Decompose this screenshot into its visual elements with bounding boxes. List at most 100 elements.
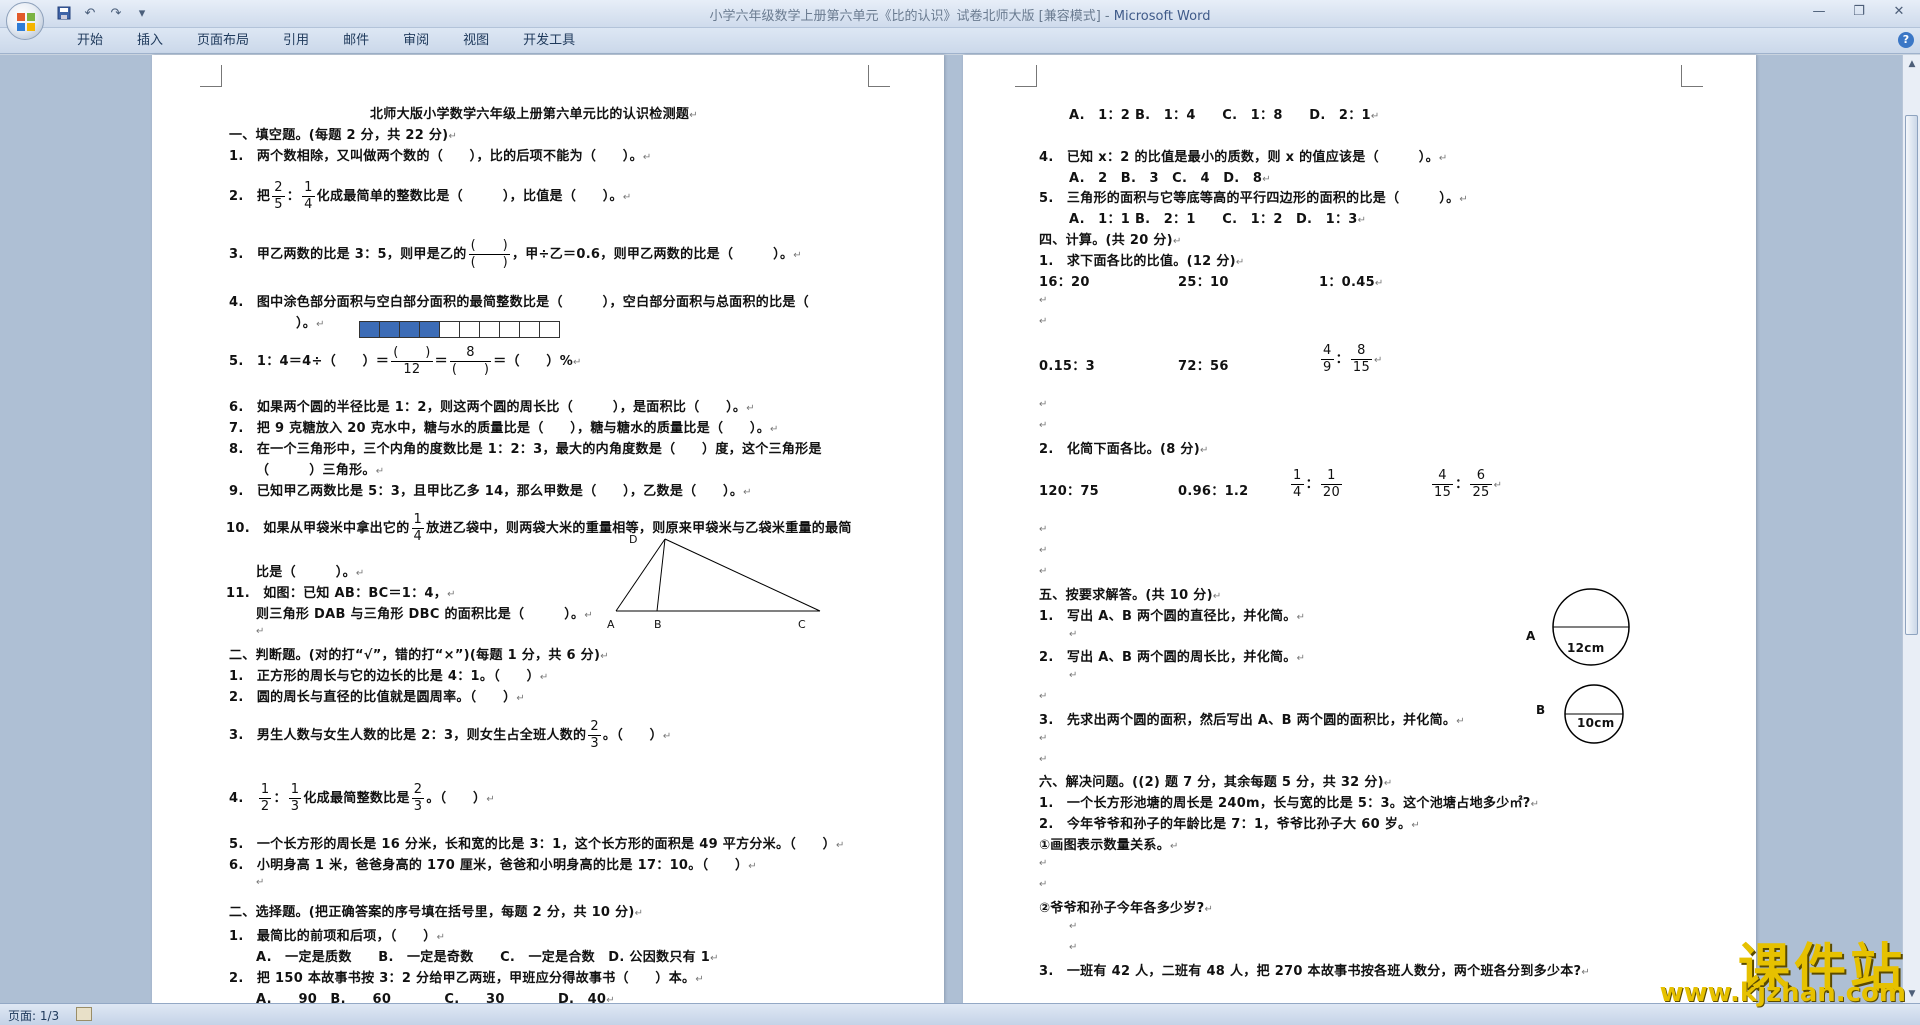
question: 5. 1：4＝4÷（ ）＝( ) 12 ＝ 8( ) ＝（ ）%↵ — [229, 345, 582, 377]
sub-question: ①画图表示数量关系。↵ — [1039, 838, 1179, 853]
question: 3. 甲乙两数的比是 3：5，则甲是乙的( )( ) ，甲÷乙＝0.6，则甲乙两数… — [229, 238, 802, 270]
document-page-1[interactable]: 北师大版小学数学六年级上册第六单元比的认识检测题↵ 一、填空题。(每题 2 分，… — [152, 55, 944, 1003]
paragraph-mark: ↵ — [1069, 942, 1078, 953]
restore-icon[interactable]: ❐ — [1846, 3, 1872, 21]
circle-a-label: A — [1526, 629, 1536, 643]
calc-item: 4 15： 6 25 ↵ — [1432, 468, 1503, 500]
point-label: D — [629, 533, 638, 546]
crop-mark — [1015, 65, 1037, 87]
tab-mailings[interactable]: 邮件 — [326, 31, 386, 51]
question: 2. 化简下面各比。(8 分)↵ — [1039, 442, 1209, 457]
calc-item: 4 9： 8 15 ↵ — [1321, 343, 1383, 375]
calc-item: 120：75 — [1039, 484, 1100, 499]
question: 1. 一个长方形池塘的周长是 240m，长与宽的比是 5：3。这个池塘占地多少㎡… — [1039, 796, 1540, 811]
question-continued: 则三角形 DAB 与三角形 DBC 的面积比是（ ）。↵ — [256, 607, 593, 622]
tab-developer[interactable]: 开发工具 — [506, 31, 592, 51]
answer-options: A. 2 B. 3 C. 4 D. 8↵ — [1069, 171, 1271, 186]
question: 1. 两个数相除，又叫做两个数的（ ），比的后项不能为（ ）。↵ — [229, 149, 652, 164]
crop-mark — [868, 65, 890, 87]
circle-b-measure: 10cm — [1577, 716, 1615, 730]
question: 2. 写出 A、B 两个圆的周长比，并化简。↵ — [1039, 650, 1306, 665]
close-icon[interactable]: ✕ — [1886, 3, 1912, 21]
scroll-up-icon[interactable]: ▲ — [1905, 57, 1919, 71]
tab-insert[interactable]: 插入 — [120, 31, 180, 51]
point-label: A — [607, 618, 615, 631]
paragraph-mark: ↵ — [1069, 670, 1078, 681]
answer-options: A. 一定是质数 B. 一定是奇数 C. 一定是合数 D. 公因数只有 1↵ — [256, 950, 719, 965]
question: 7. 把 9 克糖放入 20 克水中，糖与水的质量比是（ ），糖与糖水的质量比是… — [229, 421, 779, 436]
section-heading: 五、按要求解答。(共 10 分)↵ — [1039, 588, 1222, 603]
answer-options: A. 1：1 B. 2：1 C. 1：2 D. 1：3↵ — [1069, 212, 1367, 227]
section-heading: 二、选择题。(把正确答案的序号填在括号里，每题 2 分，共 10 分)↵ — [229, 905, 644, 920]
tab-view[interactable]: 视图 — [446, 31, 506, 51]
paragraph-mark: ↵ — [1039, 691, 1048, 702]
proofing-icon[interactable] — [76, 1007, 92, 1021]
calc-item: 16：20 — [1039, 275, 1090, 290]
paragraph-mark: ↵ — [256, 626, 265, 637]
question: 3. 先求出两个圆的面积，然后写出 A、B 两个圆的面积比，并化简。↵ — [1039, 713, 1465, 728]
sub-question: ②爷爷和孙子今年各多少岁?↵ — [1039, 901, 1214, 916]
question: 2. 圆的周长与直径的比值就是圆周率。（ ）↵ — [229, 690, 526, 705]
question: 4. 1 2： 1 3 化成最简整数比是 2 3 。（ ）↵ — [229, 782, 496, 814]
calc-item: 0.96：1.2 — [1178, 484, 1249, 499]
document-title: 北师大版小学数学六年级上册第六单元比的认识检测题↵ — [370, 107, 698, 122]
question: 5. 三角形的面积与它等底等高的平行四边形的面积的比是（ ）。↵ — [1039, 191, 1469, 206]
circle-a-measure: 12cm — [1567, 641, 1605, 655]
document-workspace: 北师大版小学数学六年级上册第六单元比的认识检测题↵ 一、填空题。(每题 2 分，… — [0, 55, 1902, 1003]
paragraph-mark: ↵ — [1069, 921, 1078, 932]
vertical-scrollbar[interactable]: ▲ ▼ — [1902, 55, 1920, 1003]
tab-page-layout[interactable]: 页面布局 — [180, 31, 266, 51]
question: 5. 一个长方形的周长是 16 分米，长和宽的比是 3：1，这个长方形的面积是 … — [229, 837, 845, 852]
circle-b-label: B — [1536, 703, 1546, 717]
question: 1. 写出 A、B 两个圆的直径比，并化简。↵ — [1039, 609, 1306, 624]
question: 9. 已知甲乙两数比是 5：3，且甲比乙多 14，那么甲数是（ ），乙数是（ ）… — [229, 484, 752, 499]
tab-home[interactable]: 开始 — [60, 31, 120, 51]
paragraph-mark: ↵ — [1039, 858, 1048, 869]
window-title: 小学六年级数学上册第六单元《比的认识》试卷北师大版 [兼容模式] - Micro… — [709, 9, 1211, 24]
scroll-thumb[interactable] — [1905, 115, 1918, 635]
section-heading: 一、填空题。(每题 2 分，共 22 分)↵ — [229, 128, 458, 143]
ribbon-tabs: 开始 插入 页面布局 引用 邮件 审阅 视图 开发工具 ? — [0, 28, 1920, 54]
answer-options: A. 90 B. 60 C. 30 D. 40↵ — [256, 992, 615, 1003]
page-indicator[interactable]: 页面: 1/3 — [8, 1007, 59, 1024]
question: 2. 把 2 5： 1 4 化成最简单的整数比是（ ），比值是（ ）。↵ — [229, 180, 632, 212]
circle-a-figure — [1552, 588, 1630, 666]
office-button[interactable] — [6, 2, 44, 40]
circle-b-figure — [1564, 684, 1624, 744]
calc-item: 72：56 — [1178, 359, 1229, 374]
question: 1. 最简比的前项和后项，（ ）↵ — [229, 929, 446, 944]
paragraph-mark: ↵ — [1039, 733, 1048, 744]
crop-mark — [1681, 65, 1703, 87]
point-label: C — [798, 618, 806, 631]
question-continued: （ ）三角形。↵ — [256, 463, 385, 478]
question: 8. 在一个三角形中，三个内角的度数比是 1：2：3，最大的内角度数是（ ）度，… — [229, 442, 822, 457]
question-continued: 比是（ ）。↵ — [256, 565, 365, 580]
question: 3. 一班有 42 人，二班有 48 人，把 270 本故事书按各班人数分，两个… — [1039, 964, 1591, 979]
minimize-icon[interactable]: — — [1806, 3, 1832, 21]
shaded-bar-figure — [359, 319, 560, 338]
question-continued: ）。↵ — [296, 316, 325, 331]
question: 11. 如图：已知 AB：BC＝1：4，↵ — [226, 586, 456, 601]
paragraph-mark: ↵ — [1039, 566, 1048, 577]
paragraph-mark: ↵ — [1039, 879, 1048, 890]
tab-references[interactable]: 引用 — [266, 31, 326, 51]
paragraph-mark: ↵ — [1039, 316, 1048, 327]
calc-item: 0.15：3 — [1039, 359, 1095, 374]
title-bar: ↶ ↷ ▾ 小学六年级数学上册第六单元《比的认识》试卷北师大版 [兼容模式] -… — [0, 0, 1920, 28]
question: 4. 已知 x：2 的比值是最小的质数，则 x 的值应该是（ ）。↵ — [1039, 150, 1448, 165]
office-logo-icon — [17, 13, 35, 31]
paragraph-mark: ↵ — [1069, 629, 1078, 640]
watermark-url: www.kjzhan.com — [1659, 978, 1906, 1008]
question: 1. 正方形的周长与它的边长的比是 4：1。（ ）↵ — [229, 669, 549, 684]
paragraph-mark: ↵ — [1039, 295, 1048, 306]
calc-item: 1：0.45↵ — [1319, 275, 1384, 290]
paragraph-mark: ↵ — [1039, 524, 1048, 535]
document-page-2[interactable]: A. 1：2 B. 1：4 C. 1：8 D. 2：1↵ 4. 已知 x：2 的… — [963, 55, 1756, 1003]
tab-review[interactable]: 审阅 — [386, 31, 446, 51]
crop-mark — [200, 65, 222, 87]
triangle-figure — [615, 538, 821, 612]
point-label: B — [654, 618, 662, 631]
paragraph-mark: ↵ — [1039, 754, 1048, 765]
answer-options: A. 1：2 B. 1：4 C. 1：8 D. 2：1↵ — [1069, 108, 1380, 123]
help-icon[interactable]: ? — [1898, 32, 1914, 48]
